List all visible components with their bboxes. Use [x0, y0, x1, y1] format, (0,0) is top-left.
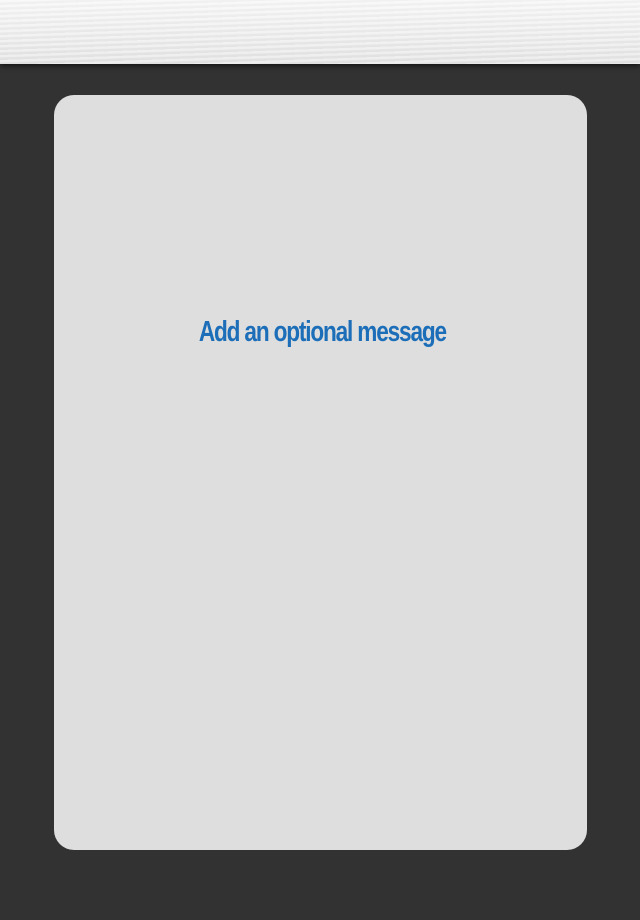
message-input-placeholder[interactable]: Add an optional message	[71, 316, 574, 349]
message-card[interactable]	[54, 95, 587, 850]
top-toolbar	[0, 0, 640, 64]
